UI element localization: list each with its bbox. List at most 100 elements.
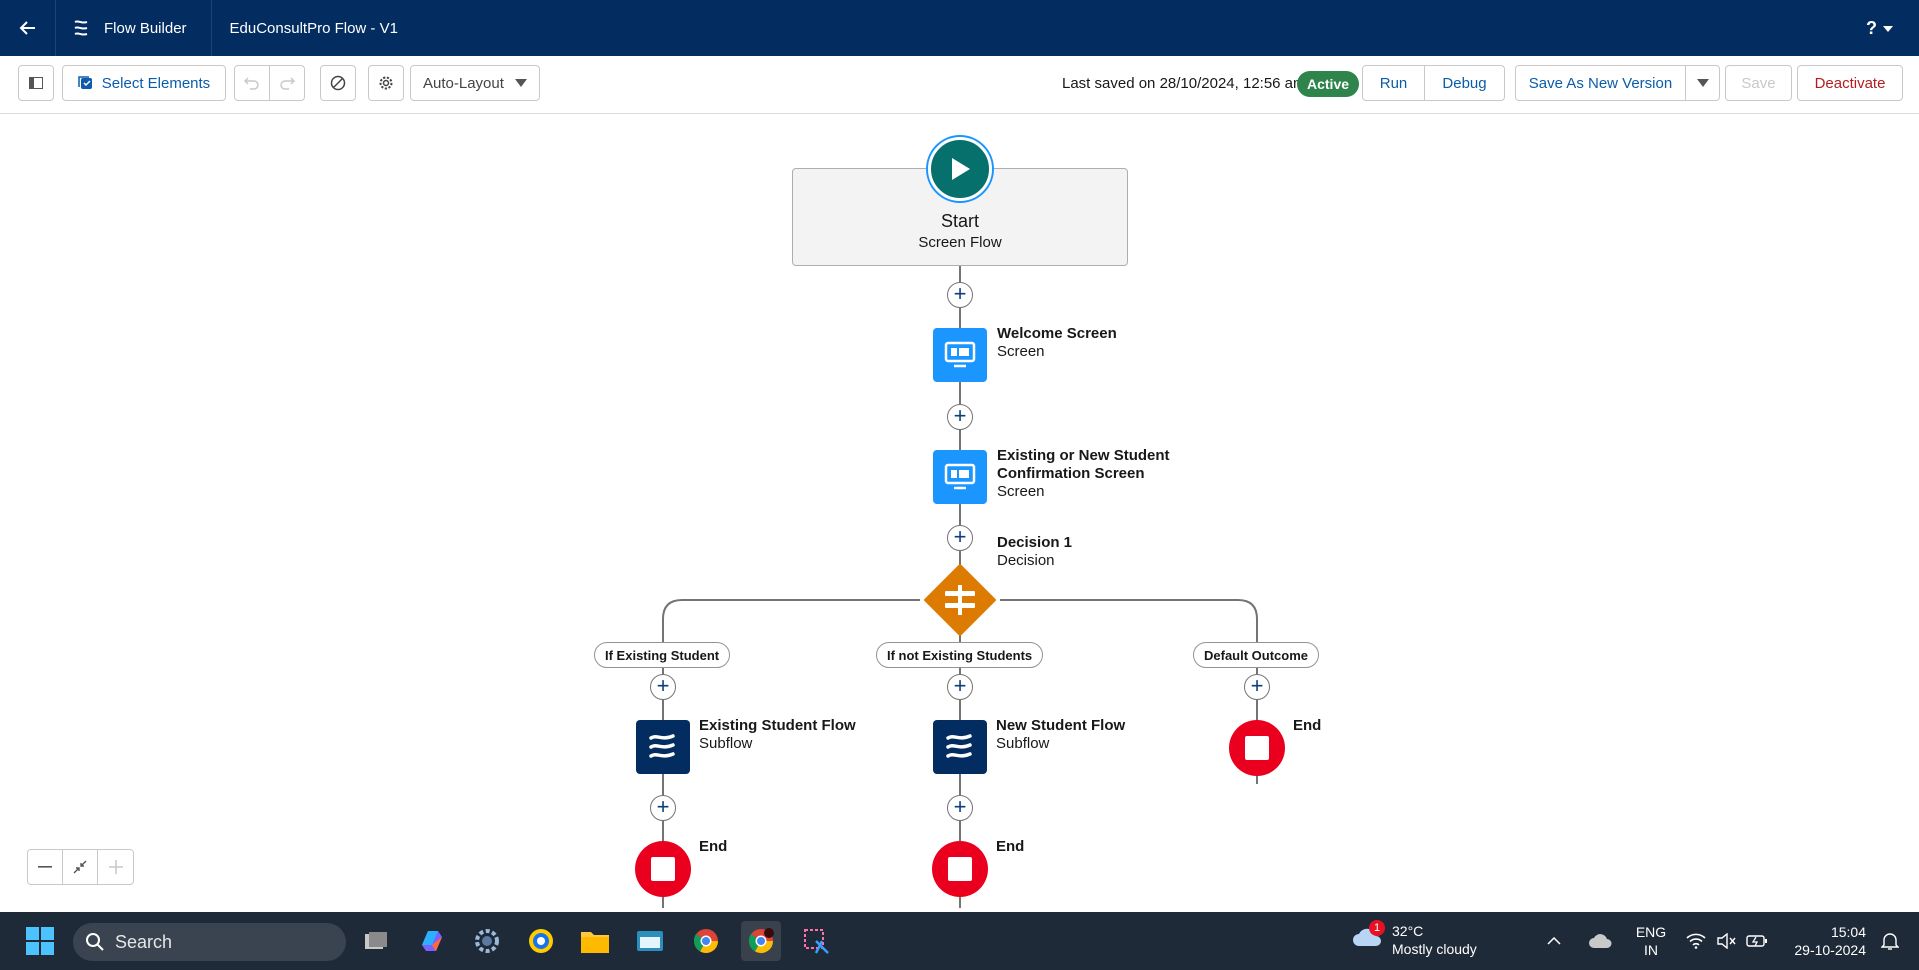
flow-title: EduConsultPro Flow - V1: [229, 19, 398, 37]
notifications-bell-icon[interactable]: [1876, 921, 1904, 961]
gear-icon: [379, 76, 393, 90]
outcome-label-default[interactable]: Default Outcome: [1193, 642, 1320, 668]
deactivate-button[interactable]: Deactivate: [1797, 65, 1903, 101]
status-badge: Active: [1297, 71, 1360, 97]
language-indicator[interactable]: ENG IN: [1632, 923, 1670, 959]
panel-toggle-icon: [29, 77, 43, 89]
end-label: End: [699, 838, 728, 855]
run-button[interactable]: Run: [1362, 65, 1425, 101]
file-explorer-icon[interactable]: [575, 921, 615, 961]
taskbar-search[interactable]: Search: [73, 923, 346, 961]
flow-settings-button[interactable]: [368, 65, 404, 101]
windows-logo-icon: [26, 927, 54, 955]
add-element-button[interactable]: +: [947, 795, 973, 821]
chrome-profile-icon[interactable]: [521, 921, 561, 961]
clock-time: 15:04: [1830, 924, 1866, 940]
lang-line2: IN: [1644, 942, 1658, 958]
chrome-active-icon[interactable]: [741, 921, 781, 961]
save-options-dropdown[interactable]: [1685, 65, 1720, 101]
redo-icon: [280, 77, 295, 90]
start-title: Start: [940, 211, 979, 231]
undo-button[interactable]: [234, 65, 270, 101]
app-name-label: Flow Builder: [104, 19, 187, 37]
debug-button[interactable]: Debug: [1424, 65, 1505, 101]
clock-date: 29-10-2024: [1794, 942, 1866, 958]
end-icon[interactable]: [1229, 720, 1285, 776]
chevron-down-icon: [1883, 25, 1893, 32]
end-label: End: [996, 838, 1025, 855]
weather-temp: 32°C: [1392, 923, 1424, 939]
task-view-icon[interactable]: [356, 921, 396, 961]
view-errors-button[interactable]: [320, 65, 356, 101]
save-as-new-version-label: Save As New Version: [1528, 74, 1673, 92]
outcome-label-existing[interactable]: If Existing Student: [594, 642, 731, 668]
screen-icon[interactable]: [933, 450, 987, 504]
contract-icon: [73, 860, 87, 874]
terminal-app-icon[interactable]: [630, 921, 670, 961]
node-title-line2: Confirmation Screen: [997, 465, 1145, 482]
new-student-flow-node[interactable]: New Student Flow Subflow: [996, 717, 1125, 753]
app-header: Flow Builder EduConsultPro Flow - V1 ?: [0, 0, 1919, 56]
run-label: Run: [1379, 74, 1408, 92]
subflow-icon[interactable]: [636, 720, 690, 774]
chevron-up-icon: [1547, 937, 1561, 945]
subflow-icon[interactable]: [933, 720, 987, 774]
clock[interactable]: 15:04 29-10-2024: [1782, 923, 1866, 959]
last-saved-text: Last saved on 28/10/2024, 12:56 am: [1062, 75, 1306, 92]
chrome-icon[interactable]: [686, 921, 726, 961]
end-icon[interactable]: [932, 841, 988, 897]
checkbox-icon: [78, 76, 92, 89]
confirmation-screen-node[interactable]: Existing or New Student Confirmation Scr…: [997, 447, 1170, 501]
snipping-tool-icon[interactable]: [796, 921, 836, 961]
select-elements-button[interactable]: Select Elements: [62, 65, 226, 101]
node-title-line1: Existing or New Student: [997, 447, 1170, 464]
add-element-button[interactable]: +: [947, 282, 973, 308]
node-type: Screen: [997, 343, 1045, 360]
help-menu[interactable]: ?: [1866, 18, 1893, 39]
wifi-icon[interactable]: [1682, 921, 1710, 961]
add-element-button[interactable]: +: [947, 674, 973, 700]
chevron-down-icon: [515, 79, 527, 87]
toggle-panel-button[interactable]: [18, 65, 54, 101]
add-element-button[interactable]: +: [947, 525, 973, 551]
weather-text[interactable]: 32°C Mostly cloudy: [1392, 922, 1477, 958]
zoom-in-button[interactable]: [98, 850, 133, 884]
outcome-label-not-existing[interactable]: If not Existing Students: [876, 642, 1044, 668]
start-menu-button[interactable]: [20, 921, 60, 961]
zoom-out-button[interactable]: [28, 850, 63, 884]
decision-node[interactable]: Decision 1 Decision: [997, 534, 1072, 570]
onedrive-icon[interactable]: [1584, 921, 1618, 961]
search-icon: [86, 933, 104, 951]
existing-student-flow-node[interactable]: Existing Student Flow Subflow: [699, 717, 856, 753]
screen-icon[interactable]: [933, 328, 987, 382]
fit-to-view-button[interactable]: [63, 850, 98, 884]
node-type: Subflow: [996, 735, 1050, 752]
weather-desc: Mostly cloudy: [1392, 941, 1477, 957]
add-element-button[interactable]: +: [947, 404, 973, 430]
lang-line1: ENG: [1635, 924, 1667, 940]
end-label: End: [1293, 717, 1322, 734]
end-icon[interactable]: [635, 841, 691, 897]
show-hidden-icons-button[interactable]: [1542, 921, 1566, 961]
add-element-button[interactable]: +: [1244, 674, 1270, 700]
welcome-screen-node[interactable]: Welcome Screen Screen: [997, 325, 1117, 361]
add-element-button[interactable]: +: [650, 674, 676, 700]
help-icon: ?: [1866, 18, 1877, 38]
decision-icon[interactable]: [923, 563, 997, 637]
layout-mode-select[interactable]: Auto-Layout: [410, 65, 540, 101]
flow-canvas[interactable]: Start Screen Flow + Welcome Screen Scree…: [0, 114, 1919, 912]
add-element-button[interactable]: +: [650, 795, 676, 821]
plus-icon: [108, 860, 123, 874]
save-button[interactable]: Save: [1725, 65, 1792, 101]
start-type: Screen Flow: [918, 234, 1002, 251]
settings-gear-icon[interactable]: [467, 921, 507, 961]
volume-muted-icon[interactable]: [1712, 921, 1740, 961]
node-title: Welcome Screen: [997, 325, 1117, 342]
save-as-new-version-button[interactable]: Save As New Version: [1515, 65, 1686, 101]
os-taskbar: Search 1 32°C Mostly cloudy ENG IN 15:04…: [0, 912, 1919, 970]
search-placeholder: Search: [115, 931, 173, 952]
back-button[interactable]: [0, 0, 56, 56]
redo-button[interactable]: [269, 65, 305, 101]
battery-icon[interactable]: [1742, 921, 1772, 961]
copilot-icon[interactable]: [412, 921, 452, 961]
